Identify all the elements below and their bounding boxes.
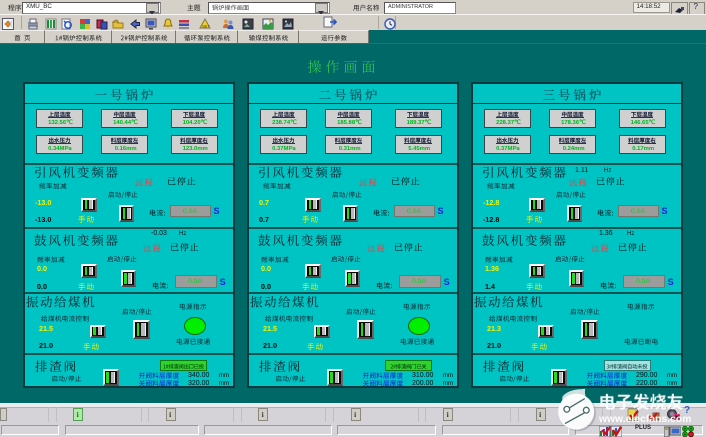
svg-text:SET: SET	[202, 23, 210, 28]
